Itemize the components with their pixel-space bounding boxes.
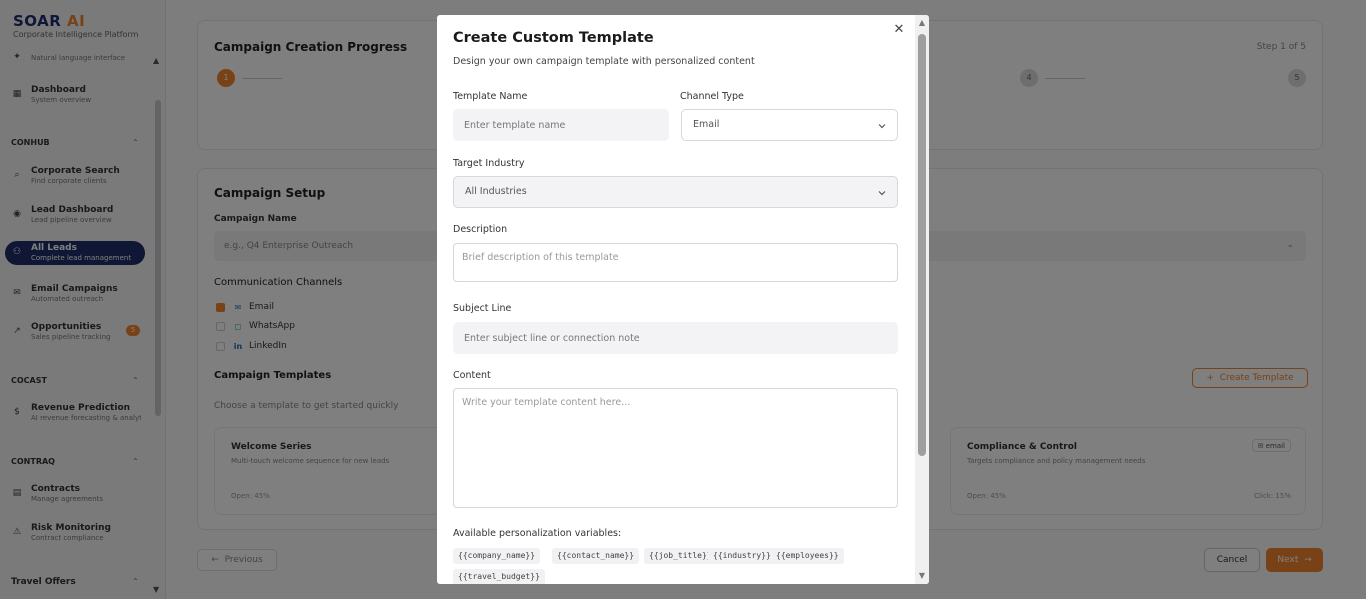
variable-chip-travel-budget[interactable]: {{travel_budget}}	[453, 569, 545, 584]
dialog-subtitle: Design your own campaign template with p…	[453, 56, 755, 67]
target-industry-select[interactable]: All Industries	[453, 176, 898, 208]
chevron-down-icon	[878, 124, 886, 129]
chevron-down-icon	[878, 191, 886, 196]
create-template-dialog: ✕ Create Custom Template Design your own…	[437, 15, 929, 584]
scroll-up-icon[interactable]: ▲	[917, 18, 927, 28]
description-textarea[interactable]	[453, 243, 898, 282]
variables-label: Available personalization variables:	[453, 528, 622, 539]
template-name-label: Template Name	[453, 91, 528, 102]
variable-chip-company-name[interactable]: {{company_name}}	[453, 548, 541, 564]
scroll-down-icon[interactable]: ▼	[917, 571, 927, 581]
description-label: Description	[453, 224, 508, 235]
channel-type-select[interactable]: Email	[681, 109, 898, 141]
dialog-scrollbar-thumb[interactable]	[918, 34, 926, 456]
subject-line-label: Subject Line	[453, 303, 512, 314]
content-textarea[interactable]	[453, 388, 898, 508]
variable-chip-contact-name[interactable]: {{contact_name}}	[552, 548, 640, 564]
subject-line-input[interactable]	[453, 322, 898, 354]
variable-chip-job-title[interactable]: {{job_title}}	[644, 548, 717, 564]
variable-chip-industry[interactable]: {{industry}}	[708, 548, 776, 564]
close-icon[interactable]: ✕	[892, 23, 906, 37]
target-industry-label: Target Industry	[453, 158, 525, 169]
template-name-input[interactable]	[453, 109, 669, 141]
dialog-title: Create Custom Template	[453, 30, 654, 46]
content-label: Content	[453, 370, 491, 381]
channel-type-label: Channel Type	[680, 91, 744, 102]
variable-chip-employees[interactable]: {{employees}}	[771, 548, 844, 564]
